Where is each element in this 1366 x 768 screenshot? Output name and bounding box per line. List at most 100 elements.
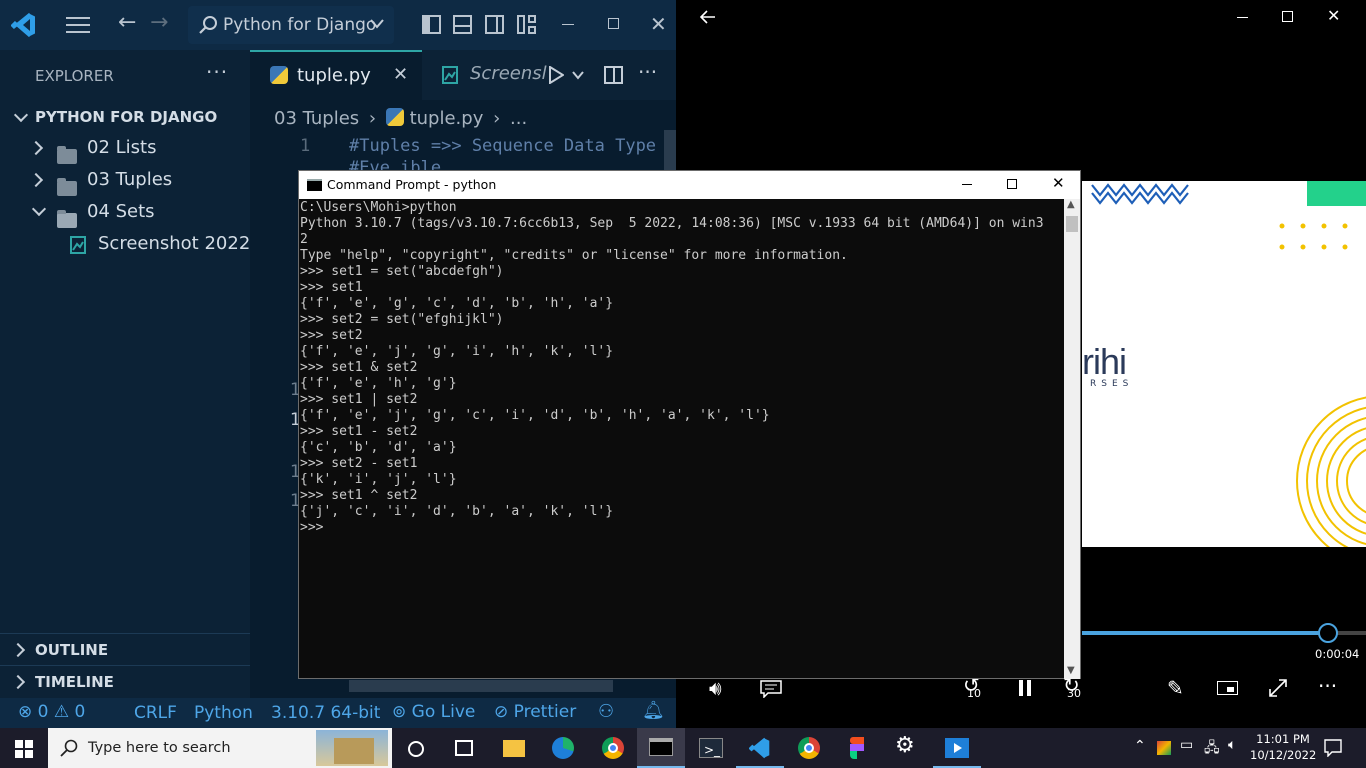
warning-count: 0 [74, 702, 86, 722]
action-center-icon[interactable] [1324, 739, 1342, 757]
pause-icon[interactable] [1019, 680, 1023, 696]
breadcrumb-folder[interactable]: 03 Tuples [274, 108, 359, 129]
tree-item-04-sets[interactable]: 04 Sets [0, 196, 250, 228]
console-line: >>> set1 | set2 [300, 392, 418, 407]
tree-item-02-lists[interactable]: 02 Lists [0, 132, 250, 164]
taskbar-cmd-active[interactable] [637, 728, 685, 768]
rewind-button[interactable]: ↺ 10 [961, 673, 989, 705]
chrome-profile-icon[interactable] [798, 737, 820, 759]
console-line: {'f', 'e', 'j', 'g', 'i', 'h', 'k', 'l'} [300, 344, 614, 359]
eol-indicator[interactable]: CRLF [134, 703, 177, 723]
tab-tuple-py[interactable]: tuple.py ✕ [250, 50, 422, 100]
mini-view-icon[interactable] [1217, 681, 1238, 695]
cmd-console-output[interactable]: C:\Users\Mohi>python Python 3.10.7 (tags/… [299, 199, 1064, 679]
go-live-label: Go Live [411, 702, 476, 722]
settings-gear-icon[interactable]: ⚙ [895, 733, 915, 758]
interpreter-indicator[interactable]: 3.10.7 64-bit [271, 703, 380, 723]
project-root[interactable]: PYTHON FOR DJANGO [0, 101, 250, 133]
clock[interactable]: 11:01 PM 10/12/2022 [1250, 731, 1316, 763]
maximize-icon[interactable] [1282, 11, 1293, 22]
maximize-icon[interactable] [608, 18, 619, 29]
minimize-icon[interactable] [962, 184, 972, 185]
taskbar-vscode[interactable] [736, 728, 784, 768]
command-center-search[interactable]: Python for Django [188, 6, 394, 44]
chevron-down-icon[interactable] [572, 70, 584, 80]
clock-date: 10/12/2022 [1250, 748, 1317, 762]
breadcrumb-more[interactable]: ... [510, 108, 527, 129]
task-view-icon[interactable] [455, 740, 473, 756]
tab-screenshot[interactable]: Screensl [422, 50, 547, 100]
file-explorer-icon[interactable] [503, 740, 525, 757]
slide-logo-text: rihi [1082, 341, 1127, 382]
close-icon[interactable]: ✕ [1052, 174, 1065, 192]
toggle-sidebar-icon[interactable] [422, 15, 441, 34]
console-line: >>> set1 - set2 [300, 424, 418, 439]
tray-chevron-up-icon[interactable]: ⌃ [1134, 738, 1146, 754]
timeline-section[interactable]: TIMELINE [0, 665, 250, 697]
go-live-button[interactable]: ⊚ Go Live [392, 702, 475, 722]
cortana-icon[interactable] [408, 741, 424, 757]
notifications-bell-icon[interactable]: 🔔︎ [642, 700, 665, 721]
explorer-heading: EXPLORER [35, 67, 114, 85]
outline-section[interactable]: OUTLINE [0, 633, 250, 665]
seek-thumb[interactable] [1318, 623, 1338, 643]
cmd-title-bar[interactable]: Command Prompt - python ✕ [299, 171, 1080, 199]
breadcrumb-file[interactable]: tuple.py [410, 108, 484, 129]
chrome-icon[interactable] [602, 737, 624, 759]
volume-icon[interactable]: 🔊︎ [709, 676, 722, 700]
zigzag-decoration [1091, 191, 1189, 205]
chevron-down-icon [370, 19, 384, 29]
minimize-icon[interactable] [1237, 17, 1248, 18]
tree-item-screenshot[interactable]: Screenshot 2022... [0, 228, 250, 260]
scroll-thumb[interactable] [1066, 216, 1078, 232]
subtitles-icon[interactable] [760, 680, 782, 698]
tray-app-icon[interactable] [1157, 741, 1171, 755]
console-line: >>> set1 & set2 [300, 360, 418, 375]
taskbar-media-player[interactable] [933, 728, 981, 768]
error-icon: ⊗ [18, 702, 33, 722]
elapsed-time: 0:00:04 [1315, 647, 1360, 661]
chevron-right-icon [28, 140, 44, 156]
customize-layout-icon[interactable] [517, 15, 536, 34]
tree-item-03-tuples[interactable]: 03 Tuples [0, 164, 250, 196]
minimap-slider[interactable] [664, 130, 676, 170]
scroll-up-icon[interactable]: ▲ [1067, 199, 1075, 210]
editor-more-icon[interactable]: ··· [638, 60, 657, 84]
problems-indicator[interactable]: ⊗ 0 ⚠ 0 [18, 702, 85, 722]
forward-button[interactable]: ↻ 30 [1061, 673, 1089, 705]
search-label: Python for Django [223, 15, 377, 35]
run-icon[interactable] [548, 66, 564, 84]
figma-icon[interactable] [850, 737, 864, 759]
horizontal-scrollbar[interactable] [349, 680, 613, 692]
edge-icon[interactable] [552, 737, 574, 759]
more-options-icon[interactable]: ··· [1318, 674, 1337, 698]
cmd-scrollbar[interactable]: ▲ ▼ [1064, 199, 1080, 679]
minimize-icon[interactable] [562, 24, 574, 25]
maximize-icon[interactable] [1007, 179, 1017, 189]
console-line: >>> set2 = set("efghijkl") [300, 312, 504, 327]
feedback-icon[interactable]: ⚇ [598, 701, 614, 722]
toggle-panel-icon[interactable] [453, 15, 472, 34]
code-line-comment[interactable]: #Tuples =>> Sequence Data Type [349, 136, 676, 156]
prettier-button[interactable]: ⊘ Prettier [494, 702, 576, 722]
windows-start-icon[interactable] [15, 740, 33, 758]
back-arrow-icon[interactable] [700, 10, 716, 24]
forward-arrow-icon[interactable]: → [150, 10, 168, 35]
taskbar-search-box[interactable]: Type here to search [48, 728, 392, 768]
close-icon[interactable]: ✕ [650, 12, 667, 36]
powershell-icon[interactable]: >_ [699, 738, 723, 758]
speaker-icon[interactable]: 🔈︎ [1228, 737, 1236, 753]
more-actions-icon[interactable]: ··· [206, 60, 228, 84]
menu-icon[interactable] [66, 17, 90, 33]
network-icon[interactable]: 🖧︎ [1204, 737, 1220, 761]
tab-close-icon[interactable]: ✕ [393, 64, 408, 85]
back-arrow-icon[interactable]: ← [118, 10, 136, 35]
edit-pen-icon[interactable]: ✎ [1167, 676, 1184, 700]
battery-icon[interactable]: ▭ [1180, 737, 1193, 753]
scroll-down-icon[interactable]: ▼ [1067, 665, 1075, 676]
split-editor-icon[interactable] [604, 66, 623, 84]
toggle-secondary-sidebar-icon[interactable] [485, 15, 504, 34]
fullscreen-icon[interactable] [1268, 678, 1288, 698]
close-icon[interactable]: ✕ [1327, 6, 1340, 25]
language-indicator[interactable]: Python [194, 703, 253, 723]
